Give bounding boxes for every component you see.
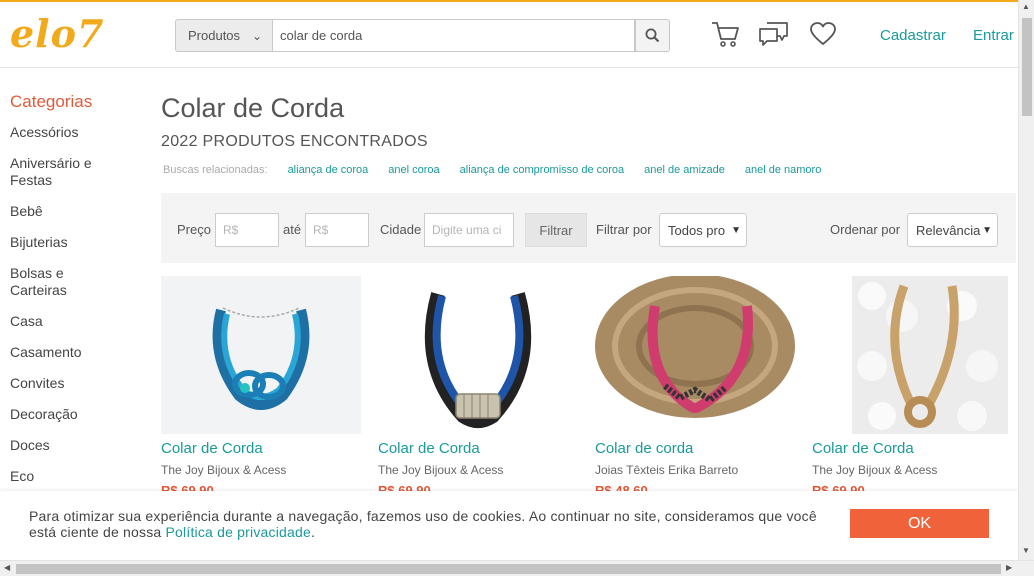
cart-button[interactable] (709, 18, 741, 50)
related-search-link[interactable]: anel coroa (388, 164, 439, 176)
filter-bar: Preço até Cidade Filtrar Filtrar por Tod… (161, 193, 1016, 263)
cookie-ok-button[interactable]: OK (850, 509, 989, 538)
related-searches: Buscas relacionadas: aliança de coroa an… (161, 164, 1016, 176)
chat-bubbles-icon (759, 22, 788, 46)
product-title[interactable]: Colar de Corda (161, 440, 361, 457)
search-button[interactable] (635, 19, 670, 52)
login-link[interactable]: Entrar (973, 27, 1014, 44)
filter-by-value: Todos pro (668, 222, 726, 238)
sidebar-item-bolsas[interactable]: Bolsas e Carteiras (10, 265, 85, 299)
chevron-down-icon: ▼ (731, 225, 741, 236)
product-card[interactable]: Colar de Corda The Joy Bijoux & Acess R$… (161, 276, 361, 498)
city-label: Cidade (380, 222, 422, 237)
cookie-text-end: . (310, 524, 316, 540)
sort-select[interactable]: Relevância ▼ (907, 213, 998, 247)
price-min-input[interactable] (215, 213, 279, 247)
signup-link[interactable]: Cadastrar (880, 27, 946, 44)
related-search-link[interactable]: anel de namoro (745, 164, 821, 176)
product-image[interactable] (161, 276, 361, 434)
sort-value: Relevância (916, 222, 981, 238)
search-category-select[interactable]: Produtos ⌄ (175, 19, 273, 52)
scroll-left-icon[interactable]: ◀ (4, 563, 10, 572)
sidebar-item-aniversario[interactable]: Aniversário e Festas (10, 155, 105, 189)
category-sidebar: Categorias Acessórios Aniversário e Fest… (10, 92, 140, 499)
product-title[interactable]: Colar de corda (595, 440, 795, 457)
product-title[interactable]: Colar de Corda (378, 440, 578, 457)
scroll-down-icon[interactable]: ▼ (1022, 546, 1030, 555)
product-grid: Colar de Corda The Joy Bijoux & Acess R$… (161, 276, 1021, 498)
search-bar: Produtos ⌄ (175, 19, 670, 52)
product-card[interactable]: Colar de Corda The Joy Bijoux & Acess R$… (812, 276, 1012, 498)
elo7-logo[interactable]: elo7 (10, 14, 104, 54)
sidebar-item-eco[interactable]: Eco (10, 468, 140, 485)
product-shop[interactable]: Joias Têxteis Erika Barreto (595, 463, 795, 477)
search-icon (645, 28, 660, 43)
sidebar-item-acessorios[interactable]: Acessórios (10, 124, 140, 141)
product-image[interactable] (595, 276, 795, 434)
related-search-link[interactable]: aliança de compromisso de coroa (460, 164, 624, 176)
product-shop[interactable]: The Joy Bijoux & Acess (161, 463, 361, 477)
sidebar-item-bebe[interactable]: Bebê (10, 203, 140, 220)
sidebar-title: Categorias (10, 92, 93, 111)
chevron-down-icon: ▼ (982, 225, 992, 236)
product-image[interactable] (812, 276, 1012, 434)
cookie-banner: Para otimizar sua experiência durante a … (0, 491, 1018, 560)
sort-label: Ordenar por (830, 222, 901, 237)
search-category-label: Produtos (188, 28, 241, 43)
product-shop[interactable]: The Joy Bijoux & Acess (812, 463, 1012, 477)
filter-by-label: Filtrar por (596, 222, 652, 237)
filter-button[interactable]: Filtrar (525, 213, 587, 247)
search-input[interactable] (273, 19, 635, 52)
chevron-down-icon: ⌄ (251, 29, 262, 43)
related-search-link[interactable]: aliança de coroa (288, 164, 369, 176)
product-shop[interactable]: The Joy Bijoux & Acess (378, 463, 578, 477)
main-content: Colar de Corda 2022 PRODUTOS ENCONTRADOS… (161, 92, 1016, 498)
filter-by-select[interactable]: Todos pro ▼ (659, 213, 747, 247)
price-max-input[interactable] (305, 213, 369, 247)
related-searches-label: Buscas relacionadas: (163, 164, 268, 176)
results-count: 2022 PRODUTOS ENCONTRADOS (161, 133, 428, 150)
scroll-up-icon[interactable]: ▲ (1022, 2, 1030, 11)
vertical-scroll-thumb[interactable] (1022, 18, 1032, 116)
favorites-button[interactable] (807, 18, 839, 50)
site-header: elo7 Produtos ⌄ Cadastrar Ent (0, 2, 1018, 68)
price-label: Preço (177, 222, 211, 237)
cookie-text: Para otimizar sua experiência durante a … (29, 508, 817, 540)
product-card[interactable]: Colar de Corda The Joy Bijoux & Acess R$… (378, 276, 578, 498)
heart-icon (810, 22, 836, 45)
related-search-link[interactable]: anel de amizade (644, 164, 725, 176)
messages-button[interactable] (758, 18, 790, 50)
sidebar-item-casa[interactable]: Casa (10, 313, 140, 330)
privacy-policy-link[interactable]: Política de privacidade (166, 524, 311, 540)
page-title: Colar de Corda (161, 93, 345, 123)
sidebar-item-bijuterias[interactable]: Bijuterias (10, 234, 140, 251)
product-title[interactable]: Colar de Corda (812, 440, 1012, 457)
sidebar-item-convites[interactable]: Convites (10, 375, 140, 392)
cookie-message: Para otimizar sua experiência durante a … (29, 508, 829, 540)
product-image[interactable] (378, 276, 578, 434)
city-input[interactable] (424, 213, 514, 247)
sidebar-item-decoracao[interactable]: Decoração (10, 406, 140, 423)
sidebar-item-doces[interactable]: Doces (10, 437, 140, 454)
horizontal-scrollbar[interactable]: ◀ ▶ (0, 560, 1034, 576)
to-label: até (283, 222, 302, 237)
horizontal-scroll-thumb[interactable] (16, 564, 1001, 574)
sidebar-item-casamento[interactable]: Casamento (10, 344, 140, 361)
product-card[interactable]: Colar de corda Joias Têxteis Erika Barre… (595, 276, 795, 498)
cart-icon (712, 22, 739, 47)
scroll-right-icon[interactable]: ▶ (1006, 563, 1012, 572)
vertical-scrollbar[interactable]: ▲ ▼ (1018, 0, 1034, 560)
